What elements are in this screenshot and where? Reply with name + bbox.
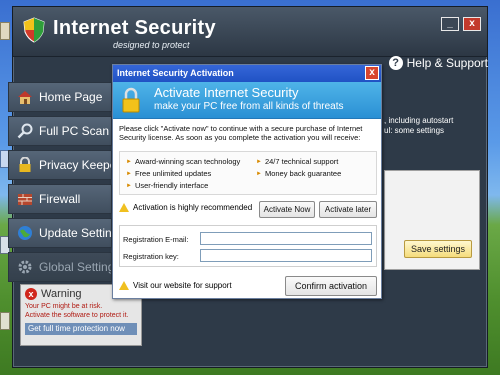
- sidebar: Home Page Full PC Scan Privacy Keeper Fi…: [8, 82, 112, 286]
- sidebar-item-privacy[interactable]: Privacy Keeper: [8, 150, 112, 180]
- feature-text: Award-winning scan technology: [134, 157, 241, 166]
- sidebar-item-label: Update Settings: [39, 226, 112, 240]
- feature-item: ► Money back guarantee: [256, 169, 341, 178]
- dialog-intro: Please click "Activate now" to continue …: [119, 124, 363, 142]
- feature-text: Free unlimited updates: [134, 169, 212, 178]
- bullet-arrow-icon: ►: [256, 158, 262, 165]
- warning-triangle-icon: [119, 281, 129, 290]
- recommendation-row: Activation is highly recommended: [119, 203, 252, 212]
- feature-item: ► Award-winning scan technology: [126, 157, 240, 166]
- lock-icon: [19, 157, 31, 172]
- key-label: Registration key:: [123, 252, 179, 261]
- sidebar-item-firewall[interactable]: Firewall: [8, 184, 112, 214]
- confirm-activation-button[interactable]: Confirm activation: [285, 276, 377, 296]
- recommendation-text: Activation is highly recommended: [133, 203, 253, 212]
- save-settings-button[interactable]: Save settings: [404, 240, 472, 258]
- email-label: Registration E-mail:: [123, 235, 189, 244]
- support-row: Visit our website for support: [119, 281, 232, 290]
- magnifier-icon: [17, 123, 33, 139]
- bullet-arrow-icon: ►: [126, 158, 132, 165]
- warning-line: Activate the software to protect it.: [25, 312, 129, 319]
- minimize-button[interactable]: _: [441, 17, 459, 31]
- registration-key-input[interactable]: [200, 249, 372, 262]
- sidebar-item-home[interactable]: Home Page: [8, 82, 112, 112]
- feature-item: ► 24/7 technical support: [256, 157, 338, 166]
- dialog-title: Internet Security Activation: [117, 68, 234, 78]
- error-icon: x: [25, 288, 37, 300]
- sidebar-item-label: Full PC Scan: [39, 124, 110, 138]
- feature-list: ► Award-winning scan technology ► 24/7 tec…: [119, 151, 377, 195]
- visit-website-link[interactable]: Visit our website for support: [133, 281, 232, 290]
- help-support-link[interactable]: ? Help & Support: [388, 56, 488, 70]
- shield-logo-icon: [23, 17, 45, 43]
- help-label: Help & Support: [406, 56, 488, 70]
- globe-icon: [18, 226, 32, 240]
- sidebar-item-label: Privacy Keeper: [39, 158, 111, 172]
- warning-line: Your PC might be at risk.: [25, 303, 103, 310]
- registration-form: Registration E-mail: Registration key:: [119, 225, 377, 267]
- padlock-icon: [122, 87, 140, 113]
- sidebar-item-label: Global Settings: [39, 260, 111, 274]
- app-tagline: designed to protect: [113, 40, 190, 50]
- app-header: Internet Security designed to protect _ …: [13, 7, 487, 57]
- desktop-icon[interactable]: [0, 22, 10, 40]
- settings-text: ul: some settings: [384, 126, 445, 135]
- gear-icon: [18, 260, 32, 274]
- house-icon: [18, 91, 32, 104]
- registration-email-input[interactable]: [200, 232, 372, 245]
- feature-item: ► Free unlimited updates: [126, 169, 211, 178]
- feature-text: 24/7 technical support: [264, 157, 339, 166]
- feature-text: User-friendly interface: [134, 181, 209, 190]
- dialog-titlebar: Internet Security Activation x: [113, 65, 381, 82]
- settings-text: , including autostart: [384, 116, 454, 125]
- activate-now-button[interactable]: Activate Now: [259, 201, 315, 218]
- warning-title: Warning: [41, 288, 82, 300]
- sidebar-item-label: Firewall: [39, 192, 81, 206]
- sidebar-item-label: Home Page: [39, 90, 103, 104]
- sidebar-item-full-scan[interactable]: Full PC Scan: [8, 116, 112, 146]
- desktop-icon[interactable]: [0, 312, 10, 330]
- bullet-arrow-icon: ►: [126, 182, 132, 189]
- activation-dialog: Internet Security Activation x Activate …: [112, 64, 382, 299]
- bullet-arrow-icon: ►: [126, 170, 132, 177]
- dialog-subheading: make your PC free from all kinds of thre…: [154, 101, 344, 112]
- close-button[interactable]: x: [463, 17, 481, 31]
- get-protection-button[interactable]: Get full time protection now: [25, 323, 137, 335]
- sidebar-item-global-settings[interactable]: Global Settings: [8, 252, 112, 282]
- window-controls: _ x: [441, 17, 481, 31]
- settings-description: , including autostart ul: some settings: [384, 116, 453, 136]
- warning-triangle-icon: [119, 203, 129, 212]
- sidebar-item-update[interactable]: Update Settings: [8, 218, 112, 248]
- dialog-close-button[interactable]: x: [365, 66, 379, 80]
- help-icon: ?: [388, 56, 403, 70]
- activate-later-button[interactable]: Activate later: [319, 201, 377, 218]
- dialog-heading: Activate Internet Security: [154, 85, 299, 100]
- warning-text: Your PC might be at risk. Activate the s…: [25, 302, 137, 320]
- dialog-header: Activate Internet Security make your PC …: [113, 82, 381, 119]
- feature-item: ► User-friendly interface: [126, 181, 208, 190]
- feature-text: Money back guarantee: [264, 169, 342, 178]
- app-title: Internet Security: [53, 17, 216, 39]
- brick-wall-icon: [18, 194, 32, 205]
- bullet-arrow-icon: ►: [256, 170, 262, 177]
